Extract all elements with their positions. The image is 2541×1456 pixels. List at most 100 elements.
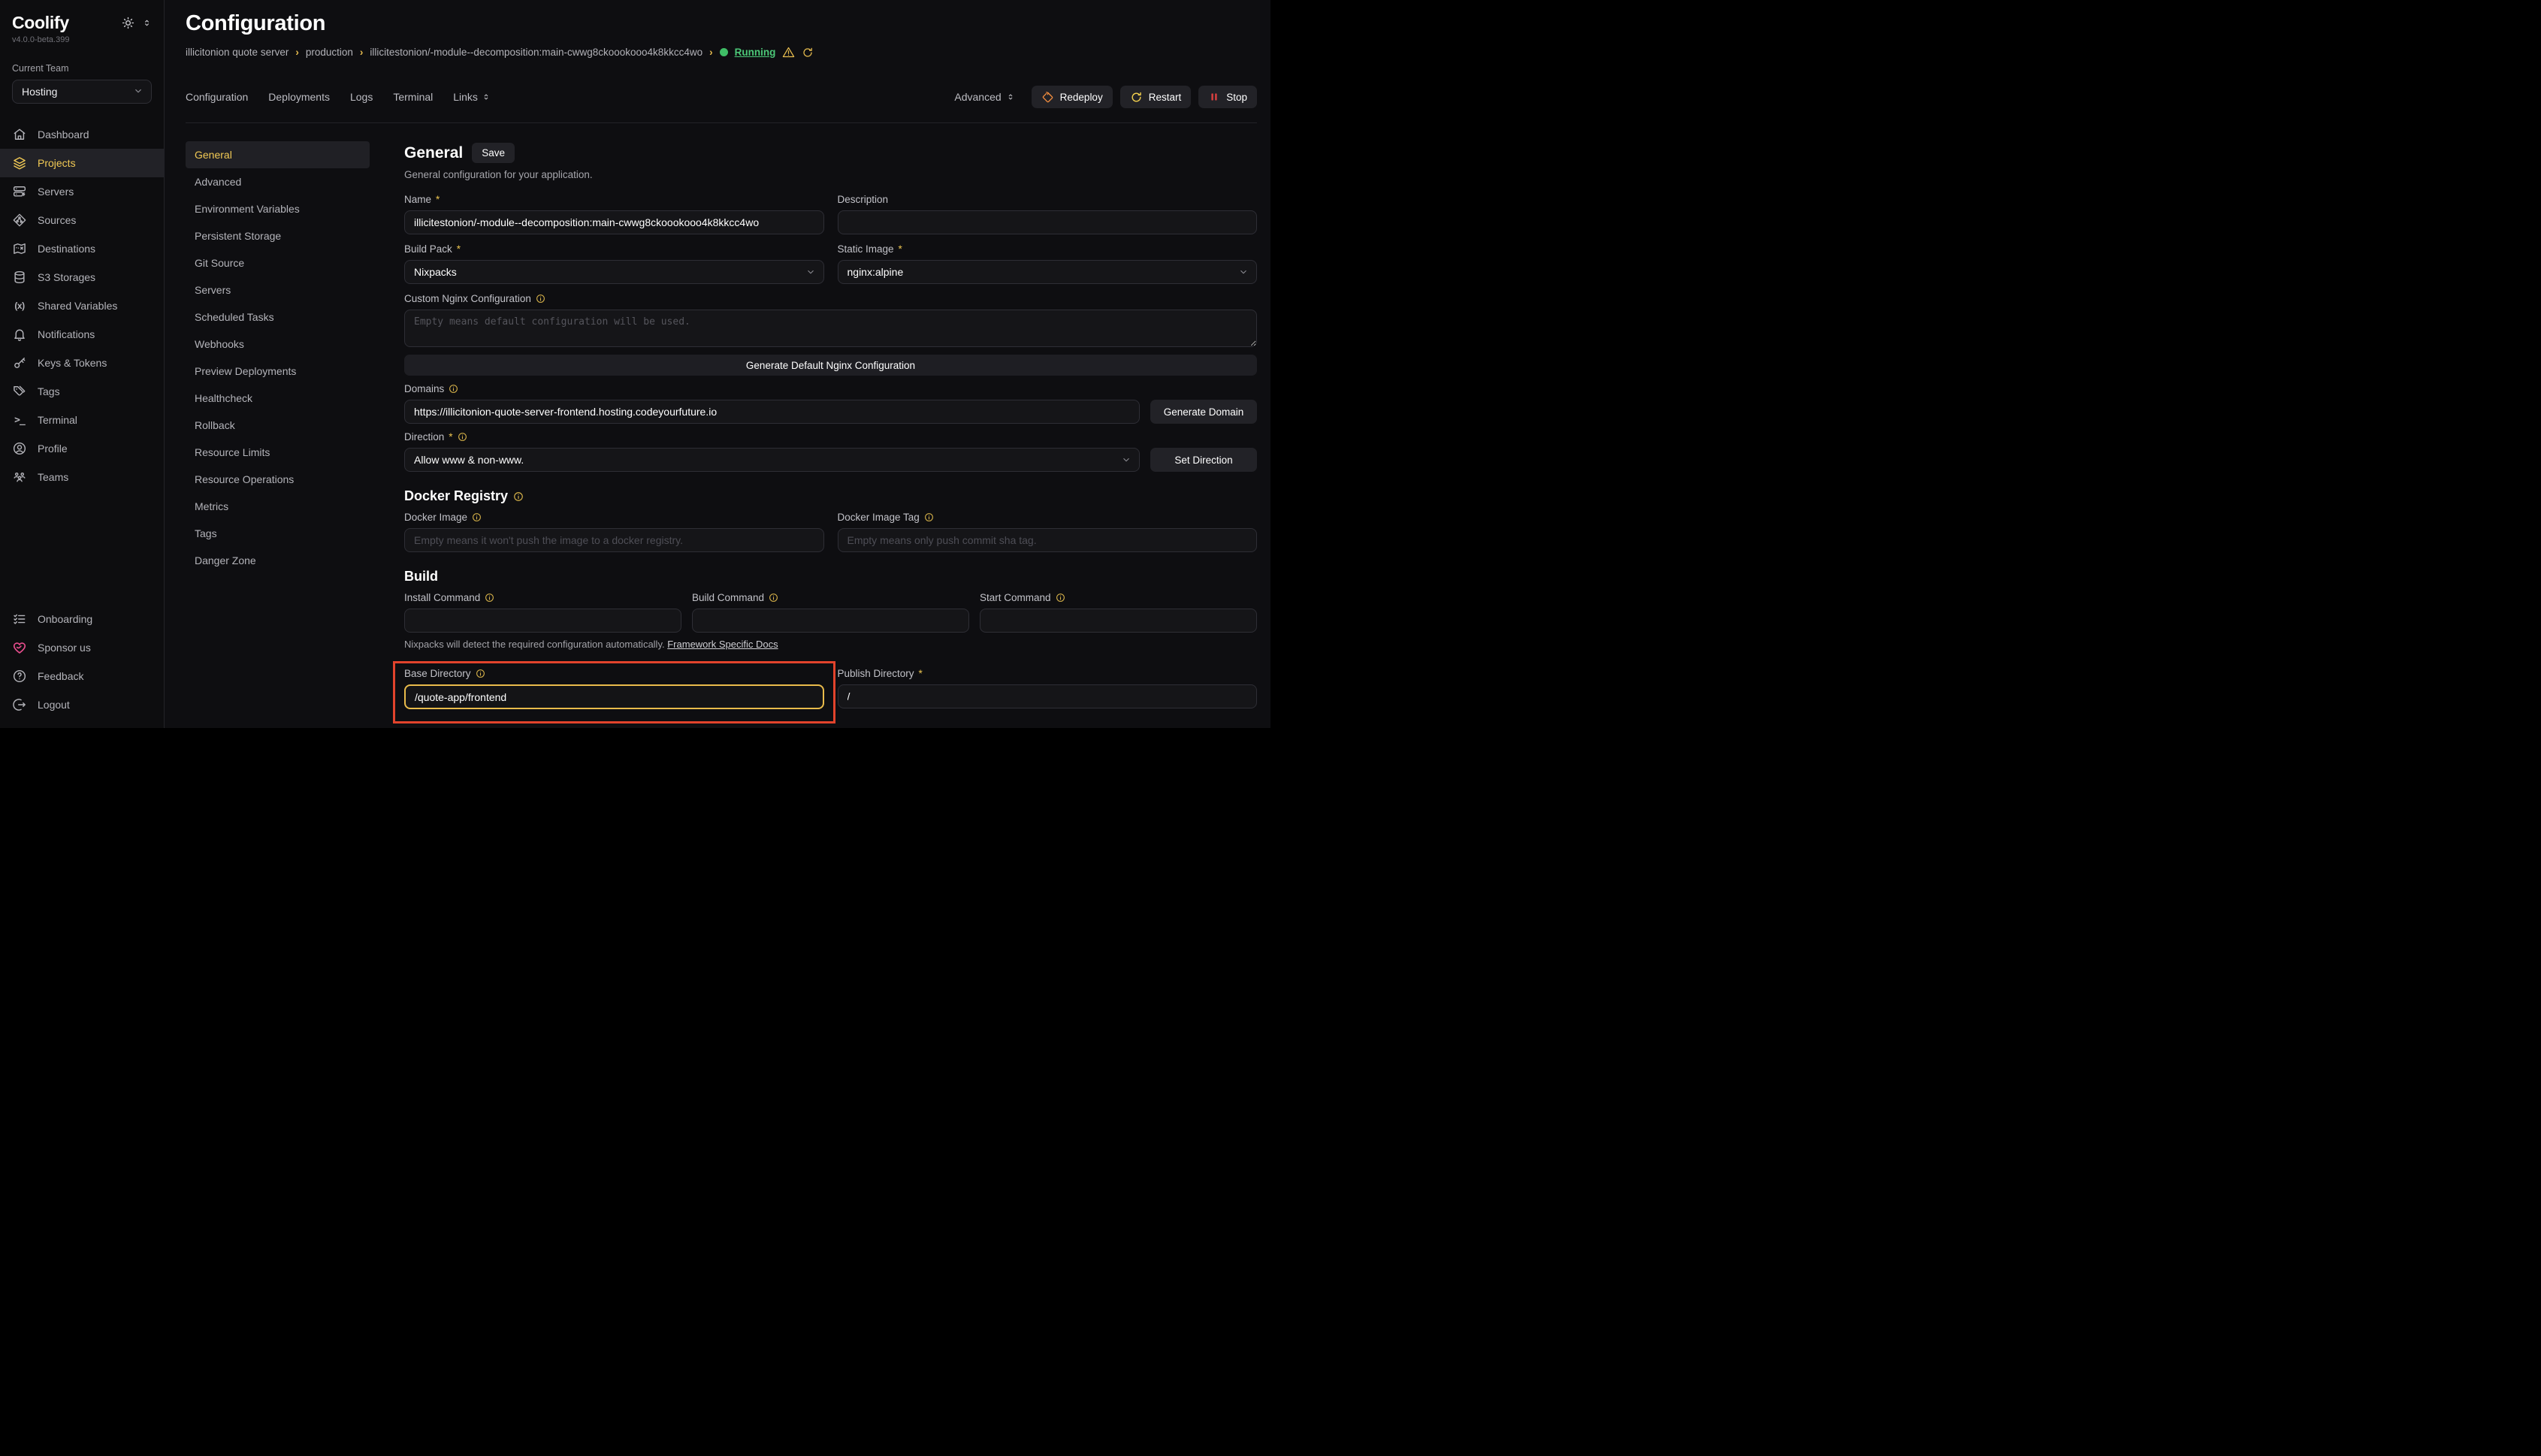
base-directory-field-group: Base Directory [404, 668, 824, 709]
sidebar-item-tags[interactable]: Tags [0, 377, 164, 406]
subnav-item-general[interactable]: General [186, 141, 370, 168]
status-link[interactable]: Running [735, 47, 776, 58]
build-pack-select[interactable]: Nixpacks [404, 260, 824, 284]
warning-icon[interactable] [782, 46, 795, 59]
braces-x-icon: (x) [12, 298, 27, 313]
bell-icon [12, 327, 27, 342]
sidebar-item-sources[interactable]: Sources [0, 206, 164, 234]
chevron-down-icon [805, 267, 816, 277]
info-icon[interactable] [1056, 593, 1065, 603]
subnav-item-healthcheck[interactable]: Healthcheck [186, 385, 370, 412]
sidebar-item-destinations[interactable]: Destinations [0, 234, 164, 263]
user-icon [12, 441, 27, 456]
docker-image-tag-input[interactable] [838, 528, 1258, 552]
subnav-item-git-source[interactable]: Git Source [186, 249, 370, 276]
subnav-item-scheduled-tasks[interactable]: Scheduled Tasks [186, 304, 370, 331]
sidebar-item-terminal[interactable]: >_ Terminal [0, 406, 164, 434]
info-icon[interactable] [924, 512, 934, 522]
sidebar-item-s3-storages[interactable]: S3 Storages [0, 263, 164, 292]
subnav-item-webhooks[interactable]: Webhooks [186, 331, 370, 358]
tab-logs[interactable]: Logs [350, 91, 373, 103]
generate-nginx-button[interactable]: Generate Default Nginx Configuration [404, 355, 1257, 376]
instance-switcher-unfold-icon[interactable] [142, 18, 152, 28]
sidebar-item-onboarding[interactable]: Onboarding [0, 605, 164, 633]
refresh-icon[interactable] [802, 47, 814, 59]
tab-terminal[interactable]: Terminal [393, 91, 433, 103]
info-icon[interactable] [476, 669, 485, 678]
advanced-label: Advanced [954, 91, 1001, 103]
docker-image-tag-label: Docker Image Tag [838, 512, 920, 523]
description-input[interactable] [838, 210, 1258, 234]
static-image-select[interactable]: nginx:alpine [838, 260, 1258, 284]
subnav-item-rollback[interactable]: Rollback [186, 412, 370, 439]
info-icon[interactable] [513, 491, 524, 502]
sidebar-item-teams[interactable]: Teams [0, 463, 164, 491]
tab-bar: Configuration Deployments Logs Terminal … [186, 91, 491, 103]
tab-deployments[interactable]: Deployments [268, 91, 330, 103]
base-directory-input[interactable] [404, 684, 824, 709]
sidebar-item-notifications[interactable]: Notifications [0, 320, 164, 349]
sidebar-item-profile[interactable]: Profile [0, 434, 164, 463]
info-icon[interactable] [449, 384, 458, 394]
info-icon[interactable] [769, 593, 778, 603]
sidebar-item-keys-tokens[interactable]: Keys & Tokens [0, 349, 164, 377]
git-source-icon [12, 213, 27, 228]
direction-select[interactable]: Allow www & non-www. [404, 448, 1140, 472]
redeploy-button[interactable]: Redeploy [1032, 86, 1113, 108]
restart-button[interactable]: Restart [1120, 86, 1192, 108]
tab-links-label: Links [453, 91, 478, 103]
subnav-item-metrics[interactable]: Metrics [186, 493, 370, 520]
build-command-input[interactable] [692, 609, 969, 633]
subnav-item-resource-operations[interactable]: Resource Operations [186, 466, 370, 493]
set-direction-button[interactable]: Set Direction [1150, 448, 1257, 472]
sidebar-item-feedback[interactable]: Feedback [0, 662, 164, 690]
sidebar-item-label: S3 Storages [38, 271, 95, 283]
name-input[interactable] [404, 210, 824, 234]
info-icon[interactable] [536, 294, 545, 304]
breadcrumb-project[interactable]: illicitonion quote server [186, 47, 289, 58]
custom-nginx-label: Custom Nginx Configuration [404, 293, 531, 304]
install-command-input[interactable] [404, 609, 681, 633]
directories-row: Base Directory Publish Directory* [404, 668, 1257, 708]
sidebar-item-servers[interactable]: Servers [0, 177, 164, 206]
sidebar-item-logout[interactable]: Logout [0, 690, 164, 719]
domains-input[interactable] [404, 400, 1140, 424]
sidebar-item-label: Shared Variables [38, 300, 117, 312]
build-note-text: Nixpacks will detect the required config… [404, 639, 665, 650]
info-icon[interactable] [485, 593, 494, 603]
sidebar-item-label: Teams [38, 471, 68, 483]
subnav-item-danger-zone[interactable]: Danger Zone [186, 547, 370, 574]
subnav-item-servers[interactable]: Servers [186, 276, 370, 304]
breadcrumb-environment[interactable]: production [306, 47, 353, 58]
info-icon[interactable] [458, 432, 467, 442]
framework-docs-link[interactable]: Framework Specific Docs [667, 639, 778, 650]
configuration-content: General Advanced Environment Variables P… [186, 123, 1257, 728]
team-select[interactable]: Hosting [12, 80, 152, 104]
tab-configuration[interactable]: Configuration [186, 91, 248, 103]
publish-directory-input[interactable] [838, 684, 1258, 708]
stop-button[interactable]: Stop [1198, 86, 1257, 108]
start-command-input[interactable] [980, 609, 1257, 633]
sidebar-item-dashboard[interactable]: Dashboard [0, 120, 164, 149]
save-button[interactable]: Save [472, 143, 515, 163]
advanced-dropdown[interactable]: Advanced [954, 91, 1014, 103]
build-note: Nixpacks will detect the required config… [404, 639, 1257, 650]
sidebar-item-sponsor-us[interactable]: Sponsor us [0, 633, 164, 662]
subnav-item-tags[interactable]: Tags [186, 520, 370, 547]
custom-nginx-textarea[interactable] [404, 310, 1257, 347]
docker-image-input[interactable] [404, 528, 824, 552]
generate-domain-button[interactable]: Generate Domain [1150, 400, 1257, 424]
tab-links[interactable]: Links [453, 91, 491, 103]
required-asterisk: * [899, 243, 902, 255]
subnav-item-preview-deployments[interactable]: Preview Deployments [186, 358, 370, 385]
sidebar-item-projects[interactable]: Projects [0, 149, 164, 177]
breadcrumb-resource[interactable]: illicitestonion/-module--decomposition:m… [370, 47, 702, 58]
sidebar-item-shared-variables[interactable]: (x) Shared Variables [0, 292, 164, 320]
build-pack-label: Build Pack [404, 243, 452, 255]
subnav-item-advanced[interactable]: Advanced [186, 168, 370, 195]
theme-toggle-sun-icon[interactable] [121, 16, 135, 30]
subnav-item-resource-limits[interactable]: Resource Limits [186, 439, 370, 466]
subnav-item-persistent-storage[interactable]: Persistent Storage [186, 222, 370, 249]
subnav-item-environment-variables[interactable]: Environment Variables [186, 195, 370, 222]
info-icon[interactable] [472, 512, 482, 522]
